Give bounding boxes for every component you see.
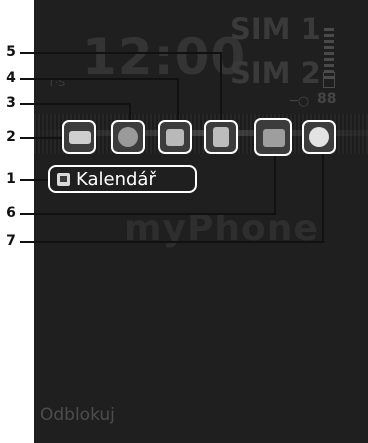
leader-line-2 (20, 137, 62, 139)
organizer-document-icon[interactable] (204, 120, 238, 154)
alarm-clock-icon[interactable] (302, 120, 336, 154)
leader-line-6-v (274, 156, 276, 215)
battery-icon (323, 72, 335, 88)
leader-line-7-v (322, 154, 324, 243)
selected-menu-text: Kalendář (76, 169, 156, 190)
leader-line-4-v (177, 78, 179, 120)
leader-line-3 (20, 103, 130, 105)
gallery-picture-icon[interactable] (158, 120, 192, 154)
messages-icon[interactable] (62, 120, 96, 154)
callout-3: 3 (6, 95, 16, 111)
sim2-label: SIM 2 (230, 56, 321, 90)
counter-indicator: 88 (317, 91, 337, 107)
unlock-softkey[interactable]: Odblokuj (40, 405, 115, 425)
leader-line-5-v (220, 52, 222, 120)
file-folder-icon[interactable] (254, 118, 292, 156)
leader-line-1 (20, 179, 48, 181)
callout-2: 2 (6, 129, 16, 145)
internet-globe-icon[interactable] (111, 120, 145, 154)
phone-screen: 12:00 SIM 1 SIM 2 T·S ─○ 88 Kalendář myP… (34, 0, 368, 443)
callout-1: 1 (6, 171, 16, 187)
calendar-icon (57, 173, 70, 186)
callout-6: 6 (6, 205, 16, 221)
selected-menu-label[interactable]: Kalendář (48, 165, 197, 193)
key-indicator: ─○ (290, 94, 310, 109)
leader-line-6 (20, 213, 276, 215)
sim1-label: SIM 1 (230, 12, 321, 46)
leader-line-4 (20, 78, 178, 80)
leader-line-3-v (129, 103, 131, 120)
callout-7: 7 (6, 233, 16, 249)
callout-4: 4 (6, 70, 16, 86)
leader-line-7 (20, 241, 323, 243)
leader-line-5 (20, 52, 221, 54)
callout-5: 5 (6, 44, 16, 60)
